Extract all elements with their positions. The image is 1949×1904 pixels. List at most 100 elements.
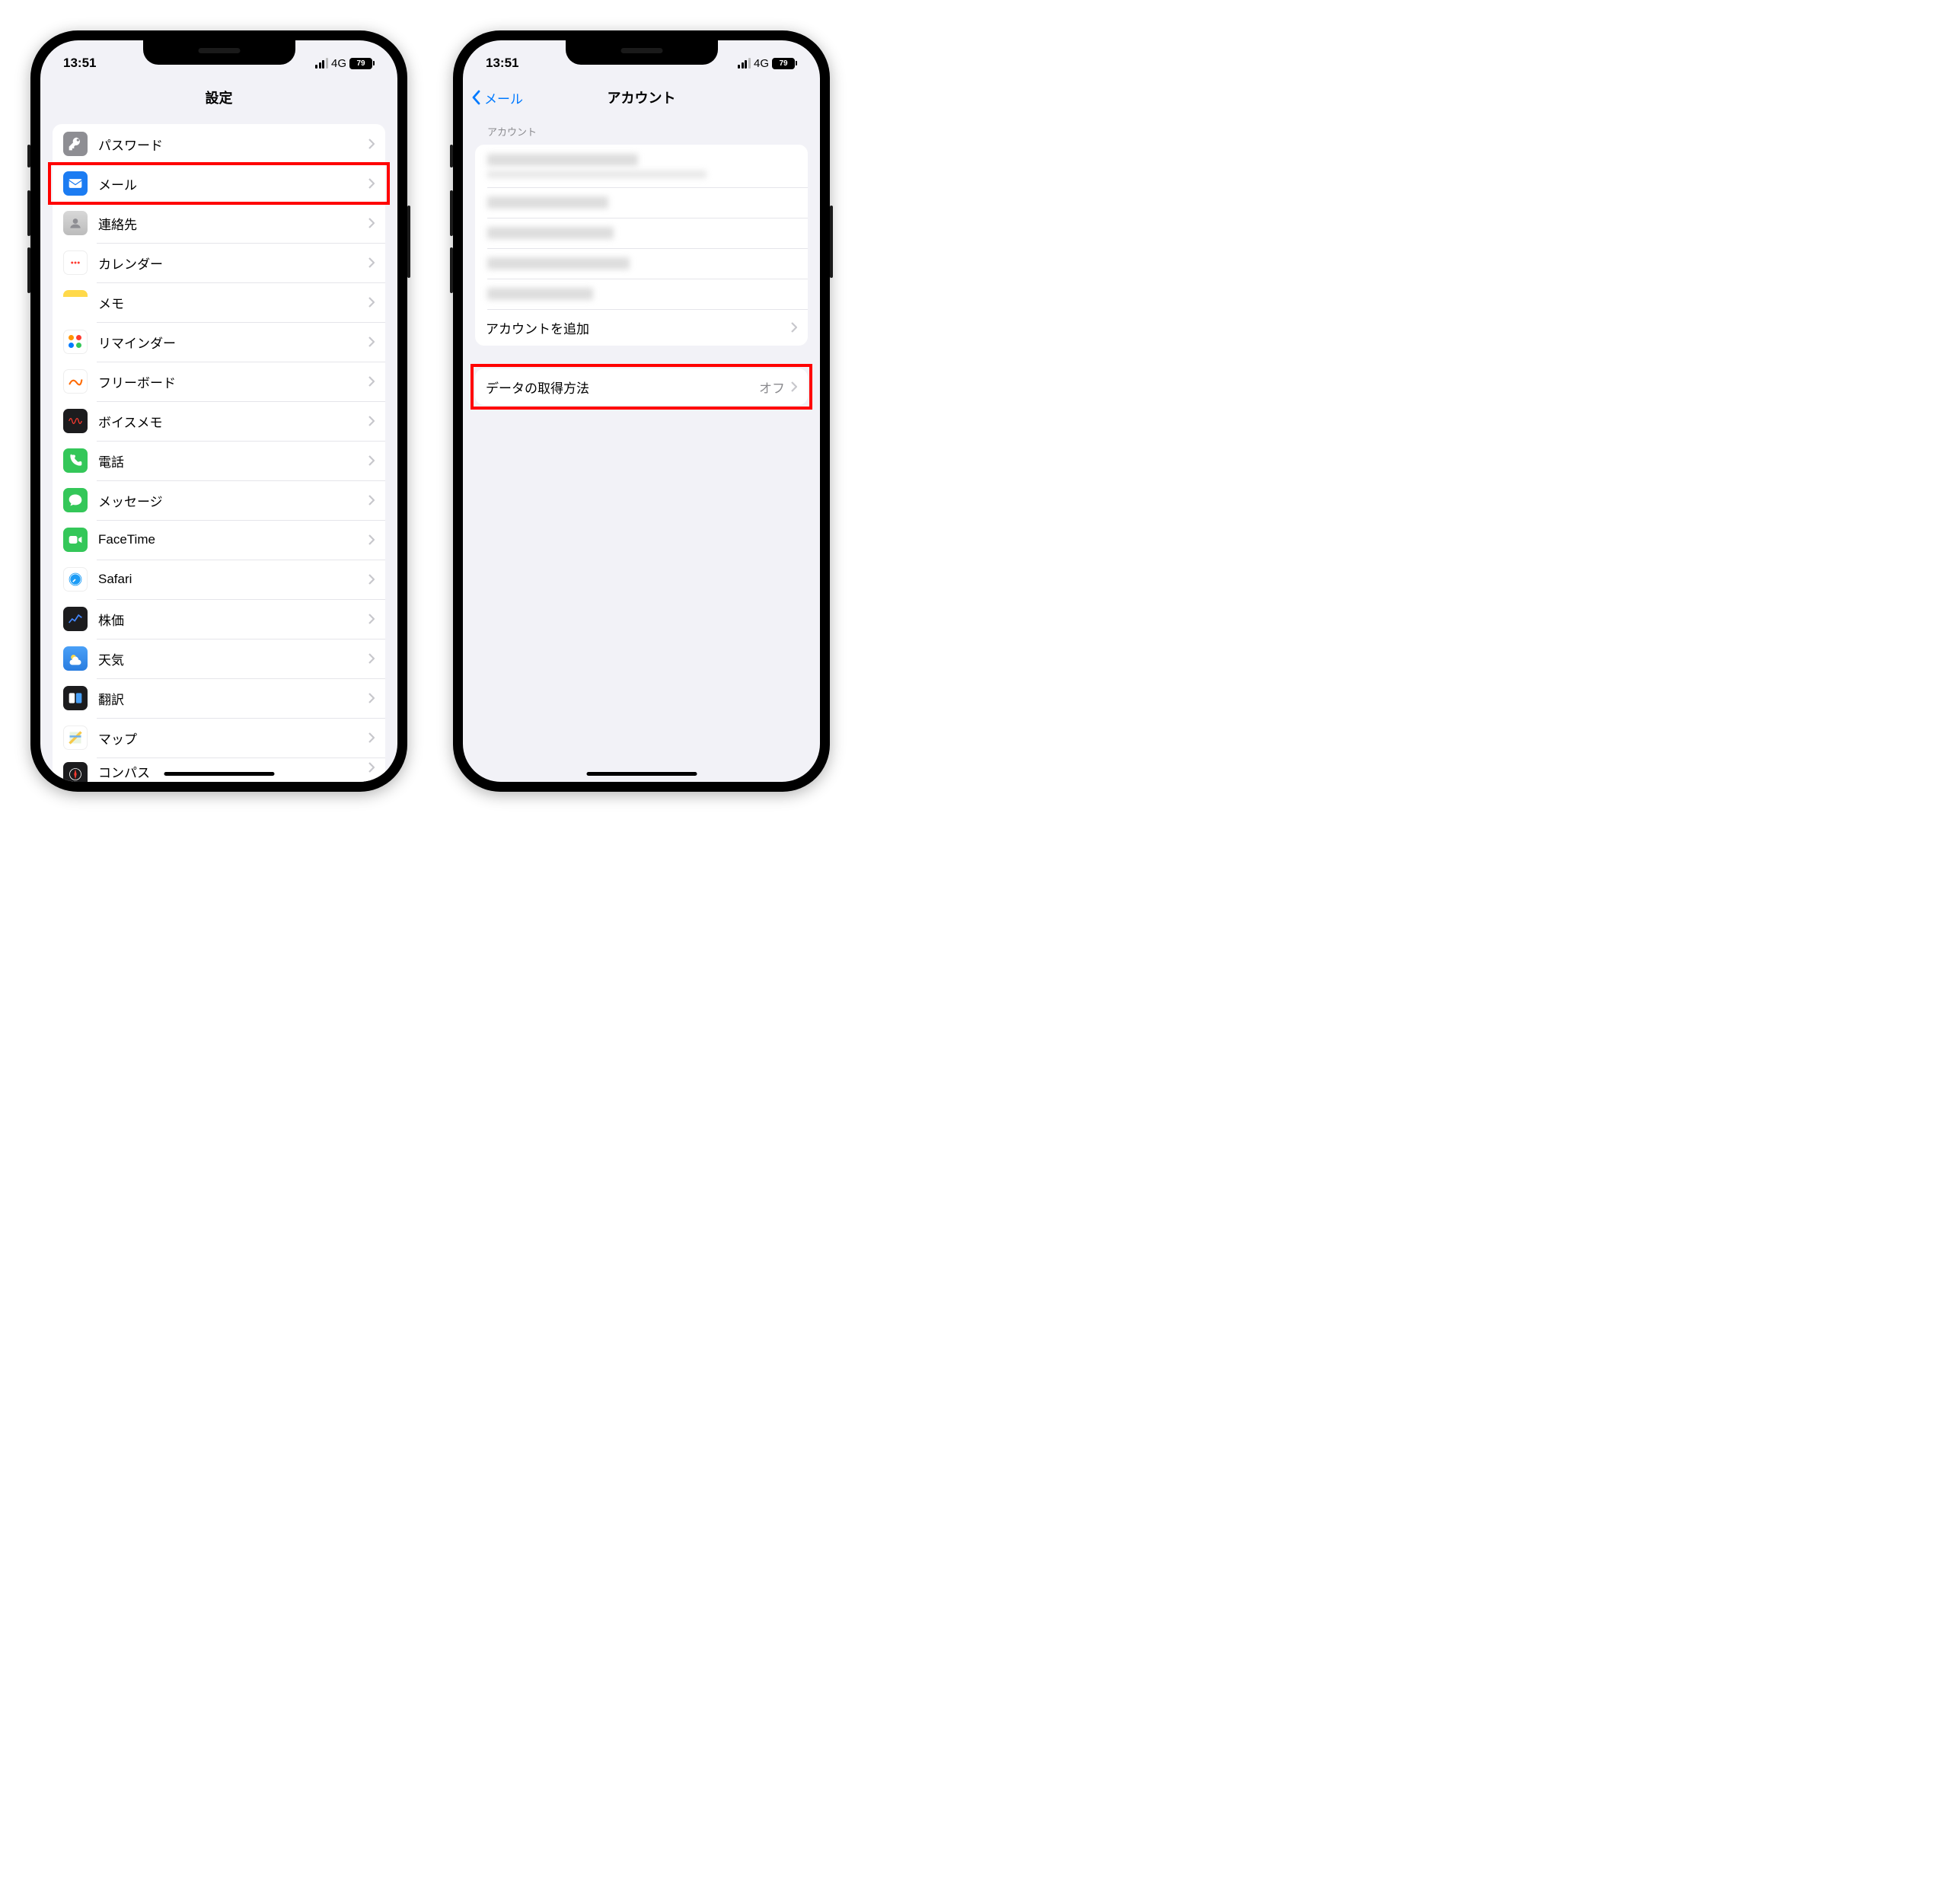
phone-right: 13:51 4G 79 メール アカウント アカウント アカウントを追加 データ… [453,30,830,792]
settings-row-freeform[interactable]: フリーボード [53,362,385,401]
weather-icon [63,646,88,671]
settings-row-voicememo[interactable]: ボイスメモ [53,401,385,441]
account-row-redacted[interactable] [475,187,808,218]
voicememo-icon [63,409,88,433]
add-account-label: アカウントを追加 [486,318,791,337]
row-label: FaceTime [98,532,368,547]
chevron-right-icon [368,336,375,347]
home-indicator[interactable] [164,772,274,776]
settings-row-notes[interactable]: メモ [53,282,385,322]
row-label: メッセージ [98,491,368,510]
stocks-icon [63,607,88,631]
freeform-icon [63,369,88,394]
chevron-right-icon [368,455,375,466]
section-header-accounts: アカウント [487,124,796,139]
account-row-redacted[interactable] [475,218,808,248]
settings-row-stocks[interactable]: 株価 [53,599,385,639]
row-label: 連絡先 [98,214,368,233]
settings-row-translate[interactable]: 翻訳 [53,678,385,718]
contacts-icon [63,211,88,235]
fetch-group: データの取得方法 オフ [475,368,808,405]
chevron-right-icon [368,534,375,545]
reminders-icon [63,330,88,354]
row-fetch-new-data[interactable]: データの取得方法 オフ [475,368,808,405]
row-label: マップ [98,729,368,748]
phone-icon [63,448,88,473]
chevron-right-icon [368,653,375,664]
back-label: メール [484,88,523,107]
key-icon [63,132,88,156]
battery-icon: 79 [772,58,797,69]
page-title: 設定 [206,88,233,107]
row-label: 翻訳 [98,689,368,708]
battery-icon: 79 [349,58,375,69]
settings-row-safari[interactable]: Safari [53,560,385,599]
notes-icon [63,290,88,314]
mail-icon [63,171,88,196]
chevron-right-icon [368,693,375,703]
add-account-row[interactable]: アカウントを追加 [475,309,808,346]
settings-row-facetime[interactable]: FaceTime [53,520,385,560]
settings-row-passwords[interactable]: パスワード [53,124,385,164]
settings-row-contacts[interactable]: 連絡先 [53,203,385,243]
settings-row-phone[interactable]: 電話 [53,441,385,480]
home-indicator[interactable] [586,772,697,776]
settings-row-messages[interactable]: メッセージ [53,480,385,520]
account-row-redacted[interactable] [475,248,808,279]
network-label: 4G [754,57,769,70]
row-label: リマインダー [98,333,368,352]
nav-bar: メール アカウント [463,78,820,116]
row-label: メモ [98,293,368,312]
translate-icon [63,686,88,710]
page-title: アカウント [608,88,676,107]
safari-icon [63,567,88,592]
chevron-right-icon [791,381,797,392]
row-label: 株価 [98,610,368,629]
row-label: フリーボード [98,372,368,391]
chevron-right-icon [368,218,375,228]
chevron-right-icon [368,416,375,426]
notch [566,40,718,65]
chevron-right-icon [368,376,375,387]
account-row-redacted[interactable] [475,279,808,309]
signal-icon [738,58,751,69]
settings-row-weather[interactable]: 天気 [53,639,385,678]
chevron-right-icon [368,574,375,585]
nav-bar: 設定 [40,78,397,116]
fetch-label: データの取得方法 [486,378,759,397]
chevron-right-icon [368,762,375,773]
row-label: 天気 [98,649,368,668]
chevron-right-icon [368,614,375,624]
chevron-right-icon [368,297,375,308]
row-label: カレンダー [98,254,368,273]
settings-row-calendar[interactable]: ●●● カレンダー [53,243,385,282]
notch [143,40,295,65]
chevron-right-icon [791,322,797,333]
accounts-list: アカウントを追加 [475,145,808,346]
status-time: 13:51 [63,56,96,71]
chevron-right-icon [368,139,375,149]
settings-list: パスワードメール連絡先 ●●● カレンダーメモリマインダーフリーボードボイスメモ電話… [53,124,385,782]
row-label: メール [98,174,368,193]
fetch-value: オフ [759,378,785,397]
signal-icon [315,58,328,69]
chevron-right-icon [368,495,375,506]
back-button[interactable]: メール [472,88,523,107]
phone-left: 13:51 4G 79 設定 パスワードメール連絡先 ●●● カレンダーメモリマイン… [30,30,407,792]
calendar-icon: ●●● [63,250,88,275]
row-label: 電話 [98,451,368,470]
row-label: Safari [98,572,368,587]
row-label: パスワード [98,135,368,154]
account-row-redacted[interactable] [475,145,808,187]
settings-row-reminders[interactable]: リマインダー [53,322,385,362]
settings-row-compass[interactable]: コンパス [53,757,385,782]
settings-row-mail[interactable]: メール [53,164,385,203]
maps-icon [63,726,88,750]
settings-row-maps[interactable]: マップ [53,718,385,757]
network-label: 4G [331,57,346,70]
chevron-right-icon [368,732,375,743]
chevron-right-icon [368,257,375,268]
status-time: 13:51 [486,56,518,71]
messages-icon [63,488,88,512]
chevron-right-icon [368,178,375,189]
